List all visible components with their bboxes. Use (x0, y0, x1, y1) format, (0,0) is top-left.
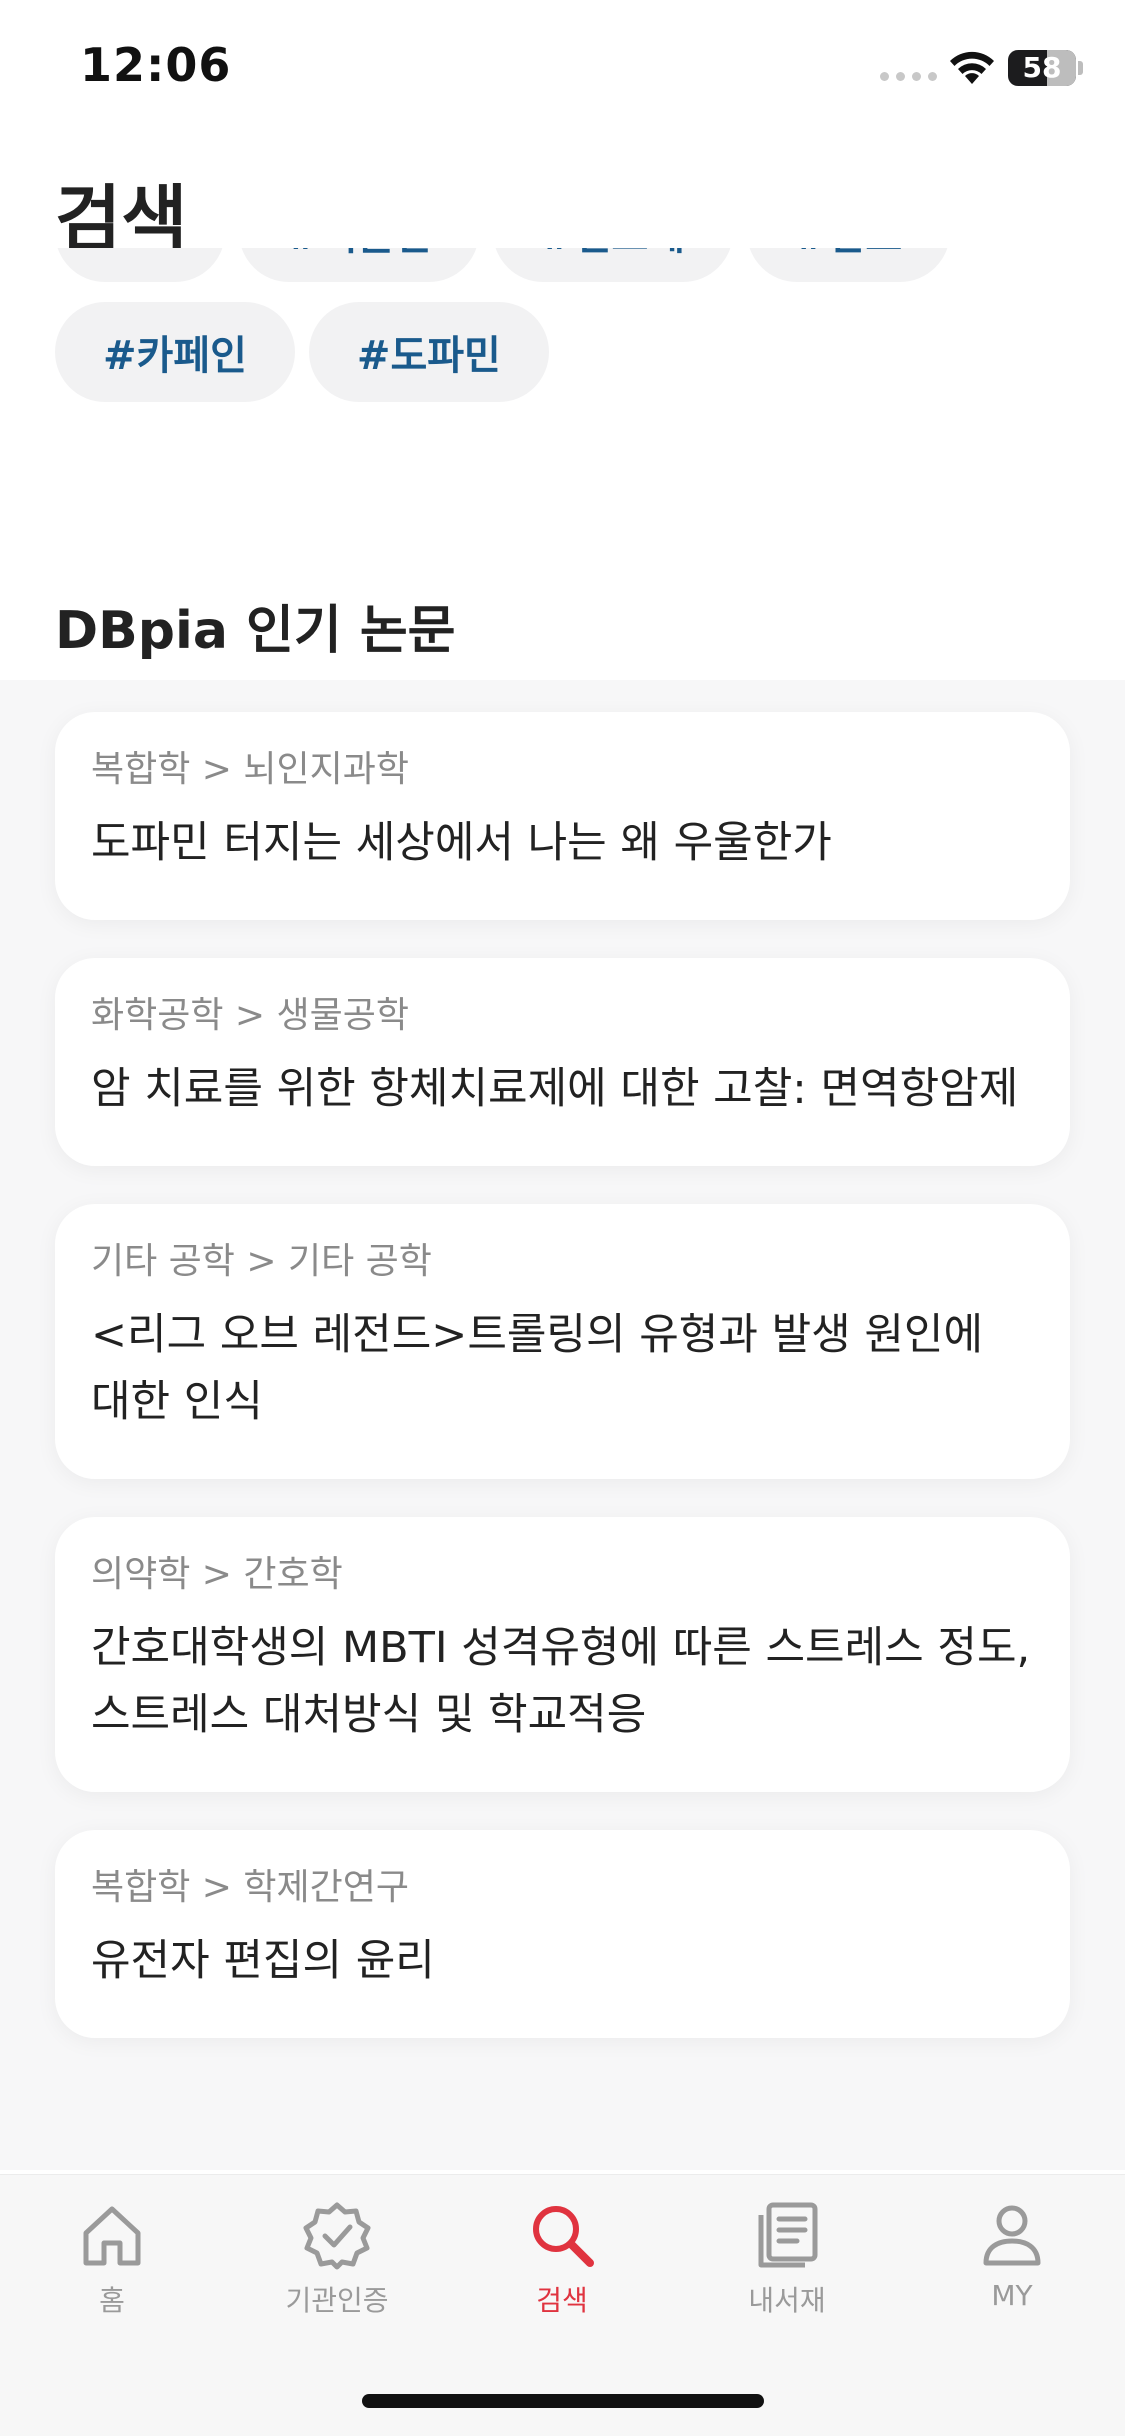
paper-card[interactable]: 의약학 > 간호학 간호대학생의 MBTI 성격유형에 따른 스트레스 정도, … (55, 1517, 1070, 1793)
tab-library[interactable]: 내서재 (702, 2199, 872, 2329)
status-bar: 12:06 58 (0, 0, 1125, 140)
tab-label: 기관인증 (285, 2284, 389, 2317)
paper-card[interactable]: 복합학 > 뇌인지과학 도파민 터지는 세상에서 나는 왜 우울한가 (55, 712, 1070, 921)
battery-level: 58 (1022, 51, 1062, 84)
status-time: 12:06 (80, 38, 232, 92)
paper-category: 복합학 > 학제간연구 (91, 1867, 410, 1909)
tag-chip[interactable]: #카페인 (55, 302, 295, 402)
tag-chip[interactable]: #도파민 (308, 302, 549, 402)
home-icon (83, 2206, 141, 2266)
tab-search[interactable]: 검색 (477, 2199, 647, 2329)
paper-title: 암 치료를 위한 항체치료제에 대한 고찰: 면역항암제 (91, 1063, 1019, 1114)
paper-title: 도파민 터지는 세상에서 나는 왜 우울한가 (91, 817, 832, 868)
tag-list: #ai #서울신 #빈도제 #간호 #카페인 #도파민 (55, 248, 1075, 458)
tab-label: 내서재 (748, 2284, 826, 2317)
tag-chip[interactable]: #빈도제 (493, 248, 734, 282)
tab-label: 홈 (99, 2284, 125, 2317)
person-icon (983, 2205, 1041, 2266)
paper-category: 화학공학 > 생물공학 (91, 995, 410, 1037)
home-indicator[interactable] (362, 2394, 764, 2408)
tab-institution-auth[interactable]: 기관인증 (252, 2199, 422, 2329)
tag-chip[interactable]: #서울신 (239, 248, 480, 282)
paper-title: 유전자 편집의 윤리 (91, 1935, 435, 1986)
paper-card[interactable]: 복합학 > 학제간연구 유전자 편집의 윤리 (55, 1830, 1070, 2039)
paper-title: 간호대학생의 MBTI 성격유형에 따른 스트레스 정도, 스트레스 대처방식 … (91, 1622, 1031, 1740)
tag-chip[interactable]: #간호 (747, 248, 951, 282)
signal-dots-icon (880, 72, 937, 81)
tag-chip[interactable]: #ai (55, 248, 226, 282)
paper-title: <리그 오브 레전드>트롤링의 유형과 발생 원인에 대한 인식 (91, 1310, 984, 1427)
paper-card[interactable]: 화학공학 > 생물공학 암 치료를 위한 항체치료제에 대한 고찰: 면역항암제 (55, 958, 1070, 1167)
tab-home[interactable]: 홈 (27, 2199, 197, 2329)
tab-my[interactable]: MY (927, 2199, 1097, 2329)
tab-label: 검색 (536, 2284, 588, 2317)
popular-papers-heading: DBpia 인기 논문 (55, 601, 456, 661)
library-icon (758, 2202, 818, 2268)
paper-category: 기타 공학 > 기타 공학 (91, 1241, 432, 1283)
paper-category: 복합학 > 뇌인지과학 (91, 749, 410, 790)
battery-cap (1078, 61, 1083, 75)
verified-badge-icon (303, 2202, 371, 2270)
tab-label: MY (991, 2279, 1033, 2312)
search-icon (533, 2206, 594, 2267)
paper-card[interactable]: 기타 공학 > 기타 공학 <리그 오브 레전드>트롤링의 유형과 발생 원인에… (55, 1204, 1070, 1480)
wifi-icon (950, 51, 994, 84)
paper-category: 의약학 > 간호학 (91, 1554, 343, 1596)
battery-icon: 58 (1008, 50, 1076, 86)
paper-list: 복합학 > 뇌인지과학 도파민 터지는 세상에서 나는 왜 우울한가 화학공학 … (55, 712, 1070, 2039)
